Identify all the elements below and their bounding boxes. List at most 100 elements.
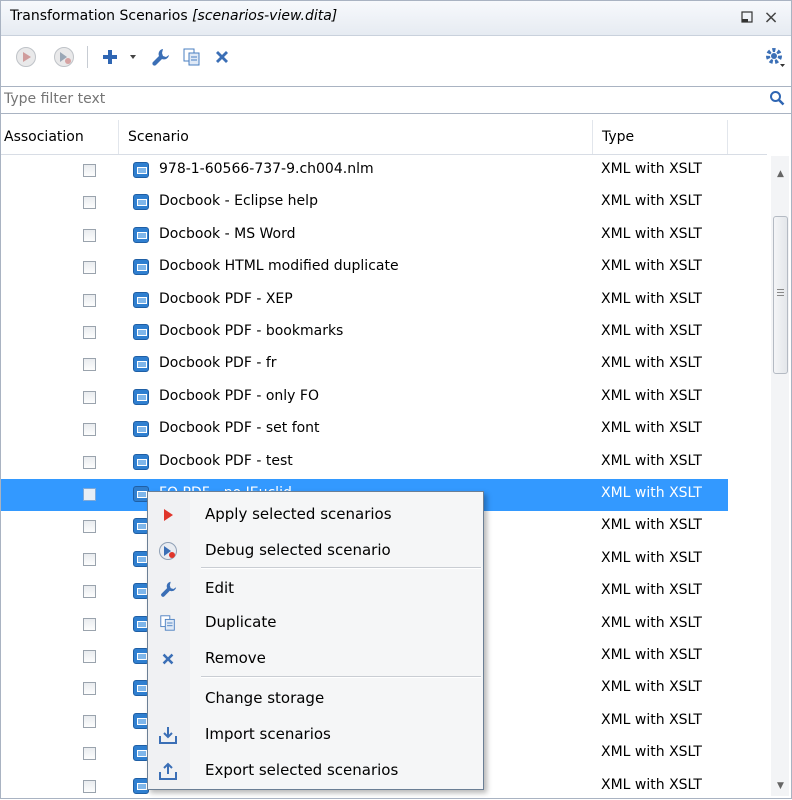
panel-title-file: [scenarios-view.dita] xyxy=(192,8,338,24)
scroll-down-arrow-icon[interactable]: ▼ xyxy=(777,781,784,791)
scenario-type: XML with XSLT xyxy=(601,712,702,728)
transformation-scenarios-panel: Transformation Scenarios [scenarios-view… xyxy=(0,0,792,799)
scenario-type: XML with XSLT xyxy=(601,226,702,242)
table-row[interactable]: Docbook PDF - test XML with XSLT xyxy=(1,447,728,479)
menu-item-label: Duplicate xyxy=(205,613,277,631)
panel-title: Transformation Scenarios [scenarios-view… xyxy=(10,8,337,24)
association-checkbox[interactable] xyxy=(83,229,96,242)
toolbar xyxy=(1,36,791,86)
association-checkbox[interactable] xyxy=(83,391,96,404)
scenario-type: XML with XSLT xyxy=(601,161,702,177)
table-row[interactable]: Docbook HTML modified duplicate XML with … xyxy=(1,252,728,284)
table-row[interactable]: Docbook PDF - XEP XML with XSLT xyxy=(1,285,728,317)
scroll-grip-icon xyxy=(777,289,784,290)
scenario-icon xyxy=(133,292,149,308)
association-checkbox[interactable] xyxy=(83,164,96,177)
table-row[interactable]: 978-1-60566-737-9.ch004.nlm XML with XSLT xyxy=(1,155,728,187)
scenario-icon xyxy=(133,227,149,243)
debug-icon xyxy=(54,47,74,67)
association-checkbox[interactable] xyxy=(83,520,96,533)
association-checkbox[interactable] xyxy=(83,618,96,631)
association-checkbox[interactable] xyxy=(83,585,96,598)
scenario-name: Docbook - MS Word xyxy=(159,226,296,242)
column-header-type[interactable]: Type xyxy=(593,120,728,154)
menu-item-apply-selected-scenarios[interactable]: Apply selected scenarios xyxy=(148,498,483,530)
association-checkbox[interactable] xyxy=(83,488,96,501)
association-checkbox[interactable] xyxy=(83,261,96,274)
menu-separator xyxy=(201,567,481,569)
menu-item-label: Debug selected scenario xyxy=(205,541,391,559)
scenario-name: Docbook - Eclipse help xyxy=(159,193,318,209)
panel-title-bar: Transformation Scenarios [scenarios-view… xyxy=(1,1,791,36)
edit-button[interactable] xyxy=(147,44,173,70)
association-checkbox[interactable] xyxy=(83,747,96,760)
scenario-type: XML with XSLT xyxy=(601,744,702,760)
scenario-icon xyxy=(133,259,149,275)
duplicate-icon xyxy=(183,48,200,66)
scenario-type: XML with XSLT xyxy=(601,388,702,404)
dropdown-arrow-icon xyxy=(130,55,136,59)
duplicate-button[interactable] xyxy=(179,44,205,70)
wrench-icon xyxy=(152,49,169,66)
add-button[interactable] xyxy=(97,44,123,70)
association-checkbox[interactable] xyxy=(83,650,96,663)
scenario-icon xyxy=(133,324,149,340)
table-header: Association Scenario Type xyxy=(1,120,767,155)
menu-item-debug-selected-scenario[interactable]: Debug selected scenario xyxy=(148,534,483,566)
table-row[interactable]: Docbook PDF - only FO XML with XSLT xyxy=(1,382,728,414)
scroll-up-arrow-icon[interactable]: ▲ xyxy=(777,169,784,179)
menu-item-duplicate[interactable]: Duplicate xyxy=(148,606,483,638)
scenario-icon xyxy=(133,454,149,470)
scrollbar-thumb[interactable] xyxy=(773,216,788,374)
menu-item-remove[interactable]: Remove xyxy=(148,642,483,674)
import-icon xyxy=(158,725,178,745)
menu-item-import-scenarios[interactable]: Import scenarios xyxy=(148,718,483,750)
association-checkbox[interactable] xyxy=(83,553,96,566)
toolbar-separator xyxy=(87,46,88,68)
association-checkbox[interactable] xyxy=(83,682,96,695)
scenario-name: Docbook PDF - XEP xyxy=(159,291,293,307)
gear-icon xyxy=(766,48,785,67)
filter-input[interactable] xyxy=(4,89,764,109)
column-header-association[interactable]: Association xyxy=(1,120,119,154)
remove-button[interactable] xyxy=(209,44,235,70)
settings-button[interactable] xyxy=(761,44,789,70)
table-row[interactable]: Docbook - MS Word XML with XSLT xyxy=(1,220,728,252)
association-checkbox[interactable] xyxy=(83,456,96,469)
run-button[interactable] xyxy=(13,44,39,70)
debug-icon xyxy=(158,541,178,561)
add-icon xyxy=(103,50,117,64)
association-checkbox[interactable] xyxy=(83,294,96,307)
table-row[interactable]: Docbook PDF - bookmarks XML with XSLT xyxy=(1,317,728,349)
debug-button[interactable] xyxy=(51,44,77,70)
filter-bar xyxy=(1,86,791,114)
minimize-icon xyxy=(741,11,753,23)
association-checkbox[interactable] xyxy=(83,423,96,436)
association-checkbox[interactable] xyxy=(83,196,96,209)
association-checkbox[interactable] xyxy=(83,715,96,728)
table-row[interactable]: Docbook - Eclipse help XML with XSLT xyxy=(1,187,728,219)
minimize-button[interactable] xyxy=(737,7,757,27)
scenario-type: XML with XSLT xyxy=(601,615,702,631)
table-row[interactable]: Docbook PDF - fr XML with XSLT xyxy=(1,349,728,381)
association-checkbox[interactable] xyxy=(83,780,96,793)
menu-item-label: Apply selected scenarios xyxy=(205,505,392,523)
table-row[interactable]: Docbook PDF - set font XML with XSLT xyxy=(1,414,728,446)
association-checkbox[interactable] xyxy=(83,326,96,339)
menu-item-export-selected-scenarios[interactable]: Export selected scenarios xyxy=(148,754,483,786)
add-dropdown-button[interactable] xyxy=(125,44,141,70)
close-button[interactable]: × xyxy=(761,6,781,28)
close-icon: × xyxy=(763,6,779,28)
scenario-type: XML with XSLT xyxy=(601,582,702,598)
scenario-name: 978-1-60566-737-9.ch004.nlm xyxy=(159,161,374,177)
search-icon[interactable] xyxy=(769,90,785,110)
scenario-type: XML with XSLT xyxy=(601,777,702,793)
scenario-type: XML with XSLT xyxy=(601,291,702,307)
scenario-icon xyxy=(133,356,149,372)
menu-item-change-storage[interactable]: Change storage xyxy=(148,682,483,714)
column-header-scenario[interactable]: Scenario xyxy=(119,120,593,154)
export-icon xyxy=(158,761,178,781)
scenario-type: XML with XSLT xyxy=(601,679,702,695)
menu-item-edit[interactable]: Edit xyxy=(148,572,483,604)
association-checkbox[interactable] xyxy=(83,358,96,371)
